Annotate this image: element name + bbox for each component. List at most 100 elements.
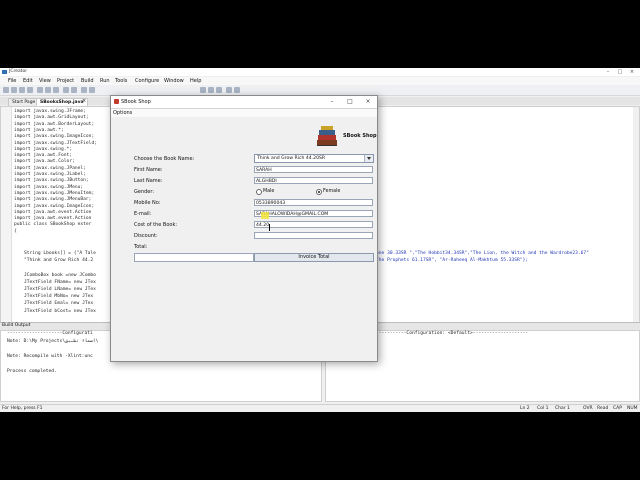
- status-line: Ln 2: [520, 406, 530, 411]
- gender-male-radio[interactable]: [256, 189, 262, 195]
- find-icon[interactable]: [81, 87, 87, 93]
- label-total: Total:: [134, 244, 148, 250]
- code-line: import javax.swing.JTextField;: [14, 140, 97, 146]
- debug-icon[interactable]: [216, 87, 222, 93]
- text-cursor: [269, 224, 270, 231]
- mobile-field[interactable]: 0533890043: [254, 199, 373, 206]
- label-first-name: First Name:: [134, 167, 163, 173]
- last-name-field[interactable]: ALGHBDI: [254, 177, 373, 184]
- menu-edit[interactable]: Edit: [23, 78, 33, 84]
- replace-icon[interactable]: [89, 87, 95, 93]
- dialog-minimize-icon[interactable]: –: [323, 96, 341, 108]
- menu-file[interactable]: File: [8, 78, 16, 84]
- label-gender: Gender:: [134, 189, 155, 195]
- discount-field[interactable]: [254, 232, 373, 239]
- build-output-title: Build Output: [2, 323, 31, 328]
- status-bar: For Help, press F1 Ln 2 Col 1 Char 1 OVR…: [0, 404, 640, 412]
- build-output-line: --------------------Configurati: [7, 331, 93, 336]
- menu-window[interactable]: Window: [164, 78, 184, 84]
- code-line: import javax.swing.JFrame;: [14, 109, 86, 114]
- code-line: import java.awt.Font;: [14, 153, 73, 159]
- cost-field[interactable]: 44.20: [254, 221, 373, 228]
- status-help: For Help, press F1: [2, 406, 43, 411]
- open-file-icon[interactable]: [11, 87, 17, 93]
- code-line: import javax.swing.JMenuItem;: [14, 190, 95, 196]
- menu-project[interactable]: Project: [57, 78, 74, 84]
- copy-icon[interactable]: [45, 87, 51, 93]
- build-config-line: -----------Configuration: <Default>-----…: [376, 331, 529, 336]
- redo-icon[interactable]: [71, 87, 77, 93]
- line-gutter: [1, 107, 12, 353]
- save-icon[interactable]: [19, 87, 25, 93]
- close-icon[interactable]: ×: [626, 68, 638, 76]
- menu-tools[interactable]: Tools: [115, 78, 127, 84]
- books-logo-icon: [317, 126, 337, 146]
- build-output-line: Process completed.: [7, 368, 57, 374]
- build-output-line: Note: Recompile with -Xlint:unc: [7, 353, 93, 359]
- tab-start-page[interactable]: Start Page: [8, 98, 40, 106]
- code-line: import java.awt.BorderLayout;: [14, 121, 95, 127]
- minimize-icon[interactable]: –: [602, 68, 614, 76]
- code-line: public class SBookShop exter: [14, 222, 92, 228]
- editor-scrollbar[interactable]: [633, 107, 639, 353]
- stop-icon[interactable]: [226, 87, 232, 93]
- compile-icon[interactable]: [200, 87, 206, 93]
- step-icon[interactable]: [234, 87, 240, 93]
- dialog-close-icon[interactable]: ×: [359, 96, 377, 108]
- dialog-title: SBook Shop: [121, 99, 151, 105]
- undo-icon[interactable]: [63, 87, 69, 93]
- code-line: JTextField Emal= new JTex: [24, 301, 94, 307]
- status-ovr: OVR: [583, 406, 593, 411]
- code-line: JTextField LName= new JTex: [24, 287, 96, 292]
- code-line-right-1: one 30.33SR ","The Hobbit34.34SR","The L…: [376, 251, 589, 256]
- code-line: import java.awt.event.Action: [14, 209, 92, 215]
- menu-help[interactable]: Help: [190, 78, 201, 84]
- status-char: Char 1: [555, 406, 570, 411]
- gender-male-label[interactable]: Male: [263, 189, 274, 194]
- code-line: import java.awt.Color;: [14, 159, 75, 165]
- build-output-line: Note: D:\My Projects\اسماء تطبيق\: [7, 338, 99, 344]
- code-line: import java.awt.*;: [14, 127, 64, 133]
- invoice-total-button[interactable]: Invoice Total: [254, 253, 374, 262]
- menu-run[interactable]: Run: [100, 78, 110, 84]
- close-tab-icon[interactable]: ×: [82, 98, 86, 104]
- code-line: import javax.swing.JButton;: [14, 178, 89, 184]
- code-line: import javax.swing.*;: [14, 146, 73, 152]
- gender-female-label[interactable]: Female: [323, 189, 340, 194]
- save-all-icon[interactable]: [27, 87, 33, 93]
- paste-icon[interactable]: [53, 87, 59, 93]
- chevron-down-icon: [367, 157, 371, 160]
- dialog-maximize-icon[interactable]: □: [341, 96, 359, 108]
- total-field[interactable]: [134, 253, 254, 262]
- tab-sbookshop-java[interactable]: SBooksShop.java: [36, 98, 88, 106]
- code-line: String Lbooks[] = {"A Tale: [24, 251, 96, 256]
- run-icon[interactable]: [208, 87, 214, 93]
- cut-icon[interactable]: [37, 87, 43, 93]
- status-cap: CAP: [613, 406, 622, 411]
- new-file-icon[interactable]: [3, 87, 9, 93]
- combobox-arrow-button[interactable]: [364, 155, 373, 162]
- ide-title: JCreator: [9, 69, 28, 74]
- email-field[interactable]: SARAHALOWIDAH@GMAIL.COM: [254, 210, 373, 217]
- jcreator-icon: [2, 70, 7, 74]
- menu-options[interactable]: Options: [113, 110, 132, 116]
- maximize-icon[interactable]: □: [614, 68, 626, 76]
- ide-title-bar: JCreator – □ ×: [0, 68, 640, 76]
- gender-female-radio[interactable]: [316, 189, 322, 195]
- status-num: NUM: [627, 406, 638, 411]
- menu-configure[interactable]: Configure: [135, 78, 159, 84]
- book-combobox[interactable]: Think and Grow Rich 44.20SR: [254, 154, 374, 163]
- status-read: Read: [597, 406, 609, 411]
- dialog-title-bar: SBook Shop – □ ×: [111, 96, 377, 109]
- label-cost: Cost of the Book:: [134, 222, 178, 228]
- label-email: E-mail:: [134, 211, 152, 217]
- code-line: import javax.swing.JMenuBar;: [14, 197, 92, 203]
- book-combobox-value: Think and Grow Rich 44.20SR: [257, 156, 326, 161]
- menu-view[interactable]: View: [39, 78, 51, 84]
- code-line: import javax.swing.JLabel;: [14, 172, 86, 177]
- menu-build[interactable]: Build: [81, 78, 94, 84]
- code-line-right-2: The Prophets 61.17SR", "Ar-Raheeq Al-Mak…: [376, 258, 529, 263]
- first-name-field[interactable]: SARAH: [254, 166, 373, 173]
- status-col: Col 1: [537, 406, 549, 411]
- code-line: import javax.swing.JMenu;: [14, 184, 84, 190]
